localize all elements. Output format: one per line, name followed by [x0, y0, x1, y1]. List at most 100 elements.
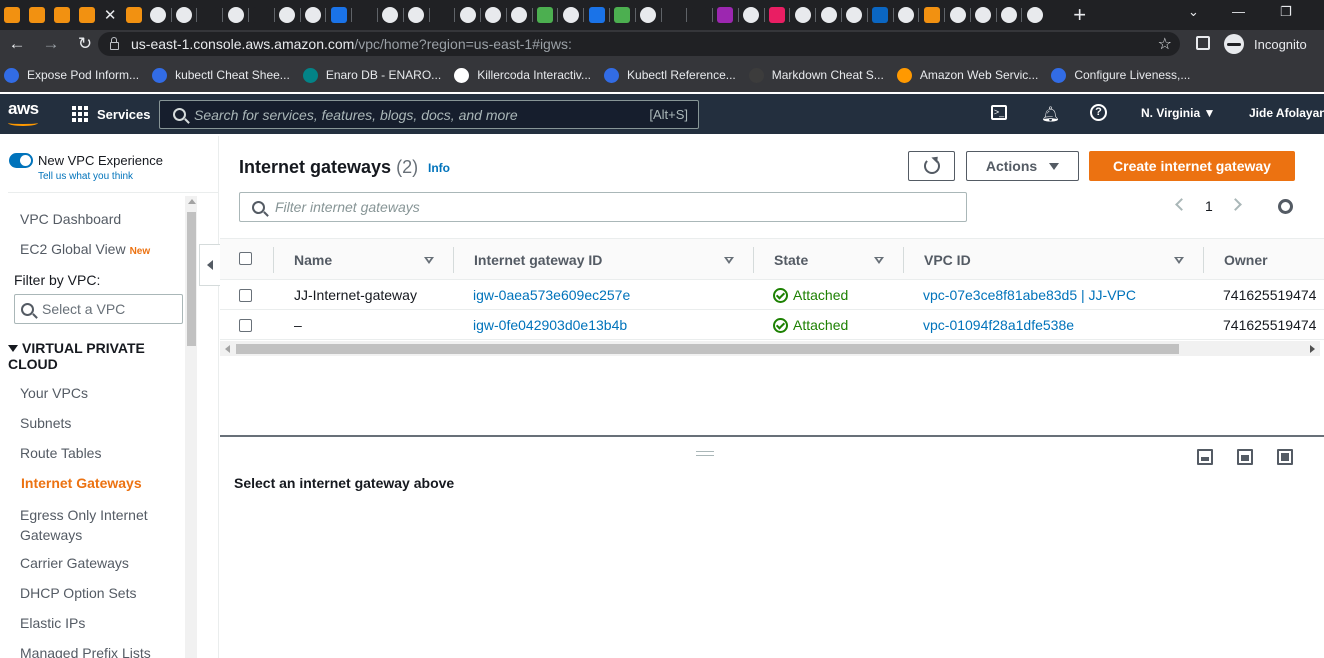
reload-icon[interactable]: ↻ — [68, 34, 102, 54]
side-panel-icon[interactable] — [1196, 36, 1210, 50]
tab-favicon-icon[interactable] — [485, 7, 502, 23]
tab-favicon-icon[interactable] — [665, 7, 682, 23]
bookmark-star-icon[interactable]: ☆ — [1158, 34, 1172, 54]
table-row[interactable]: – igw-0fe042903d0e13b4b Attached vpc-010… — [220, 310, 1324, 340]
tab-favicon-icon[interactable] — [382, 7, 399, 23]
tab-favicon-icon[interactable] — [923, 7, 940, 23]
tab-favicon-icon[interactable] — [1001, 7, 1018, 23]
sidebar-item-dhcp-option-sets[interactable]: DHCP Option Sets — [20, 585, 136, 601]
feedback-link[interactable]: Tell us what you think — [38, 171, 133, 182]
page-number[interactable]: 1 — [1205, 198, 1213, 214]
region-selector[interactable]: N. Virginia ▼ — [1141, 106, 1215, 120]
scroll-right-arrow-icon[interactable] — [1310, 345, 1315, 353]
tab-favicon-icon[interactable] — [408, 7, 425, 23]
user-menu[interactable]: Jide Afolayan — [1249, 106, 1324, 120]
tab-favicon-icon[interactable] — [614, 7, 631, 23]
cell-gateway-id-link[interactable]: igw-0fe042903d0e13b4b — [473, 317, 627, 333]
horizontal-scrollbar-thumb[interactable] — [236, 344, 1179, 354]
bookmark-item[interactable]: kubectl Cheat Shee... — [152, 67, 290, 83]
tab-favicon-icon[interactable] — [588, 7, 605, 23]
help-icon[interactable]: ? — [1090, 104, 1107, 121]
cell-vpc-id-link[interactable]: vpc-01094f28a1dfe538e — [923, 317, 1074, 333]
table-horizontal-scrollbar[interactable] — [220, 341, 1320, 356]
vpc-filter-input[interactable] — [42, 301, 172, 317]
sidebar-item-egress-only-internet-gateways[interactable]: Egress Only Internet Gateways — [20, 505, 170, 545]
sidebar-item-ec2-global-view[interactable]: EC2 Global View New — [20, 241, 150, 257]
sidebar-item-internet-gateways[interactable]: Internet Gateways — [21, 475, 142, 491]
back-icon[interactable]: ← — [0, 34, 34, 54]
column-header-vpc-id[interactable]: VPC ID — [924, 252, 971, 268]
sidebar-item-managed-prefix-lists[interactable]: Managed Prefix Lists — [20, 645, 151, 658]
actions-button[interactable]: Actions — [966, 151, 1079, 181]
tab-favicon-icon[interactable] — [769, 7, 786, 23]
tab-favicon-icon[interactable] — [717, 7, 734, 23]
tab-favicon-icon[interactable] — [537, 7, 554, 23]
select-all-checkbox[interactable] — [239, 252, 252, 265]
tab-favicon-icon[interactable] — [872, 7, 889, 23]
sort-icon[interactable] — [1174, 257, 1184, 264]
tab-favicon-icon[interactable] — [150, 7, 167, 23]
address-bar[interactable]: us-east-1.console.aws.amazon.com/vpc/hom… — [98, 32, 1180, 56]
tab-favicon-icon[interactable] — [201, 7, 218, 23]
create-internet-gateway-button[interactable]: Create internet gateway — [1089, 151, 1295, 181]
sidebar-item-subnets[interactable]: Subnets — [20, 415, 71, 431]
sort-icon[interactable] — [424, 257, 434, 264]
tab-search-chevron-icon[interactable]: ⌄ — [1188, 4, 1199, 20]
tab-favicon-icon[interactable] — [78, 7, 95, 23]
tab-favicon-icon[interactable] — [511, 7, 528, 23]
bookmark-item[interactable]: Expose Pod Inform... — [4, 67, 139, 83]
row-checkbox[interactable] — [239, 319, 252, 332]
column-header-name[interactable]: Name — [294, 252, 332, 268]
tab-favicon-icon[interactable] — [29, 7, 46, 23]
tab-favicon-icon[interactable] — [640, 7, 657, 23]
bookmark-item[interactable]: Markdown Cheat S... — [748, 67, 884, 83]
resize-handle-icon[interactable] — [696, 451, 714, 456]
split-panel-fullscreen-icon[interactable] — [1277, 449, 1293, 465]
gear-icon[interactable] — [1278, 199, 1293, 214]
cell-gateway-id-link[interactable]: igw-0aea573e609ec257e — [473, 287, 630, 303]
incognito-profile[interactable]: Incognito — [1224, 34, 1307, 54]
section-virtual-private-cloud[interactable]: VIRTUAL PRIVATE CLOUD — [8, 340, 178, 372]
scroll-left-arrow-icon[interactable] — [225, 345, 230, 353]
previous-page-icon[interactable] — [1175, 198, 1188, 211]
row-checkbox[interactable] — [239, 289, 252, 302]
cell-vpc-id-link[interactable]: vpc-07e3ce8f81abe83d5 | JJ-VPC — [923, 287, 1136, 303]
column-header-owner[interactable]: Owner — [1224, 252, 1268, 268]
tab-favicon-icon[interactable] — [227, 7, 244, 23]
new-vpc-experience-toggle[interactable] — [9, 153, 33, 168]
next-page-icon[interactable] — [1229, 198, 1242, 211]
table-row[interactable]: JJ-Internet-gateway igw-0aea573e609ec257… — [220, 280, 1324, 310]
sidebar-scrollbar-thumb[interactable] — [187, 212, 196, 346]
tab-favicon-icon[interactable] — [356, 7, 373, 23]
tab-favicon-icon[interactable] — [794, 7, 811, 23]
tab-favicon-icon[interactable] — [820, 7, 837, 23]
tab-favicon-icon[interactable] — [4, 7, 21, 23]
column-header-gateway-id[interactable]: Internet gateway ID — [474, 252, 602, 268]
sort-icon[interactable] — [724, 257, 734, 264]
column-header-state[interactable]: State — [774, 252, 808, 268]
filter-gateways-input[interactable] — [275, 199, 955, 215]
tab-favicon-icon[interactable] — [846, 7, 863, 23]
bookmark-item[interactable]: Killercoda Interactiv... — [454, 67, 591, 83]
tab-favicon-icon[interactable] — [949, 7, 966, 23]
scroll-up-arrow-icon[interactable] — [188, 199, 196, 204]
tab-favicon-icon[interactable] — [743, 7, 760, 23]
vpc-filter-select[interactable] — [14, 294, 183, 324]
sidebar-item-carrier-gateways[interactable]: Carrier Gateways — [20, 555, 129, 571]
cloudshell-icon[interactable]: >_ — [991, 105, 1007, 120]
restore-icon[interactable]: ❐ — [1280, 4, 1292, 20]
tab-favicon-icon[interactable] — [459, 7, 476, 23]
bookmark-item[interactable]: Kubectl Reference... — [604, 67, 736, 83]
tab-favicon-icon[interactable] — [433, 7, 450, 23]
tab-favicon-icon[interactable] — [897, 7, 914, 23]
services-menu-button[interactable]: Services — [72, 106, 151, 122]
bookmark-item[interactable]: Enaro DB - ENARO... — [302, 67, 441, 83]
info-link[interactable]: Info — [428, 161, 450, 175]
aws-search-input[interactable]: Search for services, features, blogs, do… — [159, 100, 699, 129]
sort-icon[interactable] — [874, 257, 884, 264]
tab-favicon-icon[interactable] — [975, 7, 992, 23]
sidebar-item-elastic-ips[interactable]: Elastic IPs — [20, 615, 85, 631]
refresh-button[interactable] — [908, 151, 955, 181]
tab-favicon-icon[interactable] — [253, 7, 270, 23]
collapse-sidebar-button[interactable] — [199, 244, 220, 286]
